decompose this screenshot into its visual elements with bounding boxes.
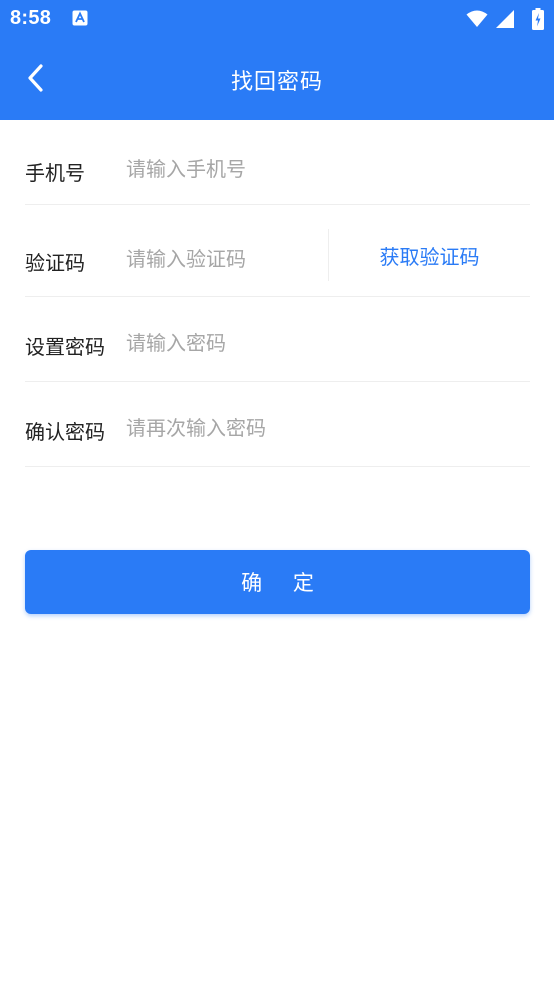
app-header: 找回密码 xyxy=(0,38,554,120)
get-code-button[interactable]: 获取验证码 xyxy=(329,229,530,281)
confirm-password-row: 确认密码 xyxy=(25,382,530,467)
confirm-password-input[interactable] xyxy=(126,413,506,443)
phone-row: 手机号 xyxy=(25,120,530,205)
verification-code-row: 验证码 获取验证码 xyxy=(25,205,530,297)
phone-label: 手机号 xyxy=(25,161,85,185)
reset-password-form: 手机号 验证码 获取验证码 设置密码 确认密码 xyxy=(25,120,530,467)
password-row: 设置密码 xyxy=(25,297,530,382)
password-input[interactable] xyxy=(126,328,506,358)
confirm-button[interactable]: 确 定 xyxy=(25,550,530,614)
confirm-password-label: 确认密码 xyxy=(25,420,105,444)
signal-icon xyxy=(496,10,514,28)
status-time: 8:58 xyxy=(10,7,52,29)
wifi-icon xyxy=(466,10,488,28)
status-bar: 8:58 xyxy=(0,0,554,38)
code-label: 验证码 xyxy=(25,251,85,275)
phone-input[interactable] xyxy=(126,154,526,184)
battery-icon xyxy=(532,8,544,30)
notification-a-icon xyxy=(72,10,88,26)
code-input[interactable] xyxy=(126,244,326,274)
forgot-password-screen: 8:58 找回密码 手机号 请输入手机号 验证码 请输入验证码 获取验证码 设置… xyxy=(0,0,554,985)
password-label: 设置密码 xyxy=(25,335,105,359)
page-title: 找回密码 xyxy=(230,70,323,95)
